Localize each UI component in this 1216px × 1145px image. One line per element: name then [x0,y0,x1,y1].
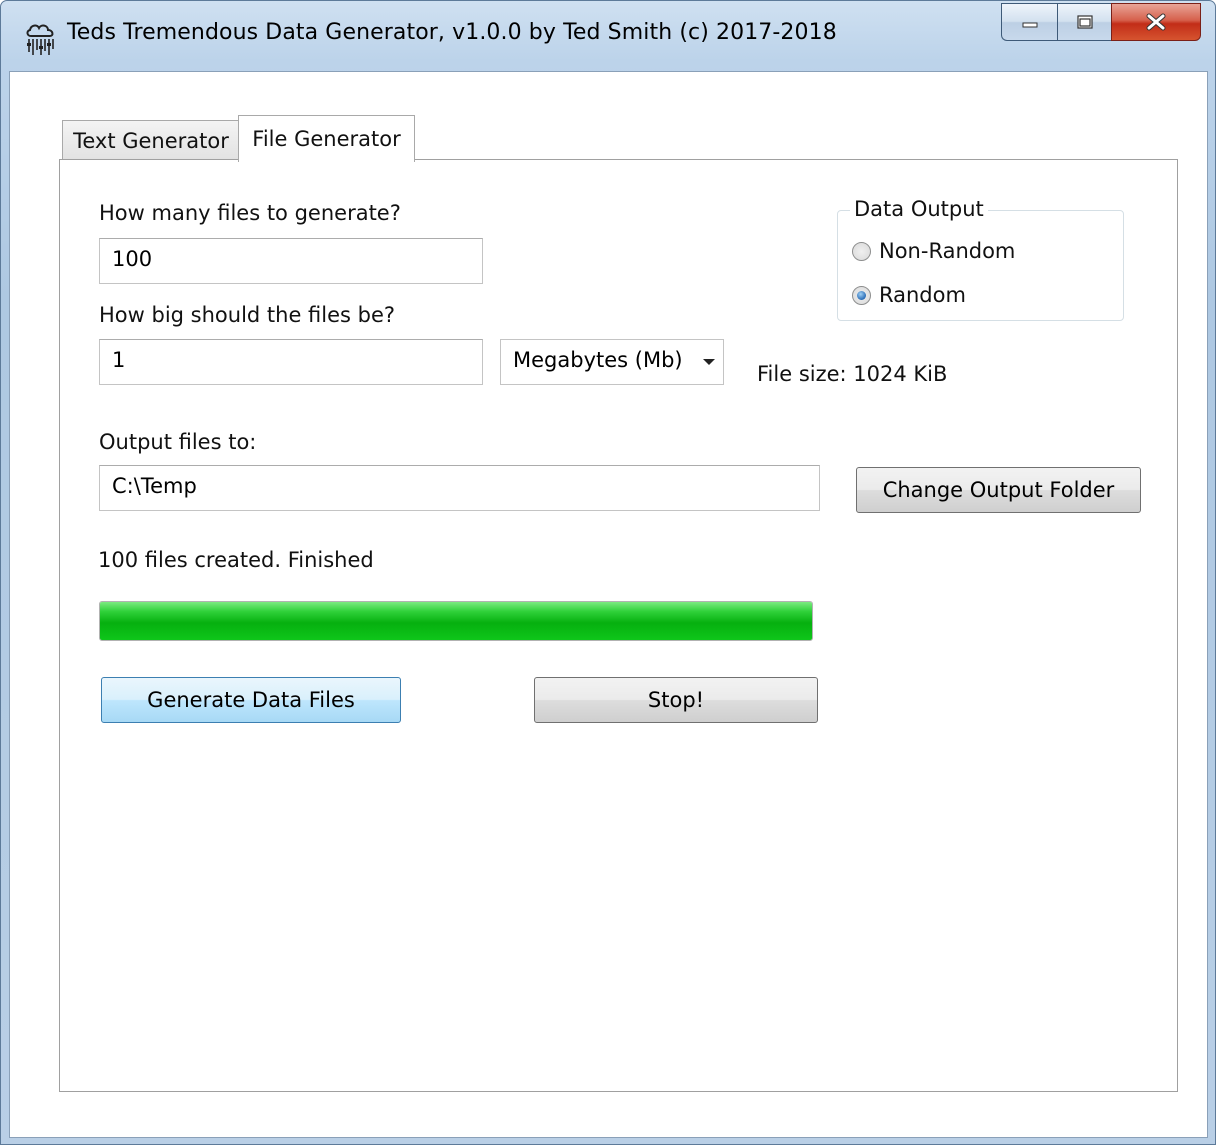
title-bar[interactable]: Teds Tremendous Data Generator, v1.0.0 b… [1,1,1215,71]
window-title: Teds Tremendous Data Generator, v1.0.0 b… [67,20,837,45]
radio-unchecked-icon [852,241,871,261]
size-unit-value: Megabytes (Mb) [513,348,683,372]
radio-checked-icon [852,285,871,305]
minimize-icon [1022,22,1037,28]
tab-text-generator[interactable]: Text Generator [62,120,240,160]
minimize-button[interactable] [1001,3,1057,41]
file-size-input[interactable]: 1 [99,339,483,385]
file-size-label: How big should the files be? [99,303,396,327]
close-icon [1146,13,1166,31]
output-folder-input[interactable]: C:\Temp [99,465,820,511]
tab-file-generator[interactable]: File Generator [238,115,415,162]
app-window: Teds Tremendous Data Generator, v1.0.0 b… [0,0,1216,1145]
output-folder-label: Output files to: [99,430,257,454]
data-output-group: Data Output Non-Random Random [837,197,1124,321]
files-count-input[interactable]: 100 [99,238,483,284]
cloud-rain-icon [26,24,54,55]
generate-data-files-button[interactable]: Generate Data Files [101,677,401,723]
progress-bar [99,601,813,641]
change-output-folder-button[interactable]: Change Output Folder [856,467,1141,513]
chevron-down-icon [703,359,715,365]
radio-non-random-label: Non-Random [879,239,1016,263]
data-output-title: Data Output [850,197,988,221]
stop-button[interactable]: Stop! [534,677,818,723]
maximize-button[interactable] [1057,3,1111,41]
size-unit-dropdown[interactable]: Megabytes (Mb) [500,339,724,385]
client-area: Text Generator File Generator How many f… [9,71,1208,1138]
files-count-label: How many files to generate? [99,201,401,225]
status-text: 100 files created. Finished [98,548,374,572]
progress-fill [100,602,812,640]
radio-non-random[interactable]: Non-Random [852,239,1015,263]
file-size-info: File size: 1024 KiB [757,362,948,386]
close-button[interactable] [1111,3,1201,41]
file-generator-panel: How many files to generate? 100 How big … [59,159,1178,1092]
radio-random-label: Random [879,283,966,307]
radio-dot [857,290,866,300]
window-controls [1001,3,1201,43]
maximize-icon [1076,15,1093,29]
radio-random[interactable]: Random [852,283,966,307]
